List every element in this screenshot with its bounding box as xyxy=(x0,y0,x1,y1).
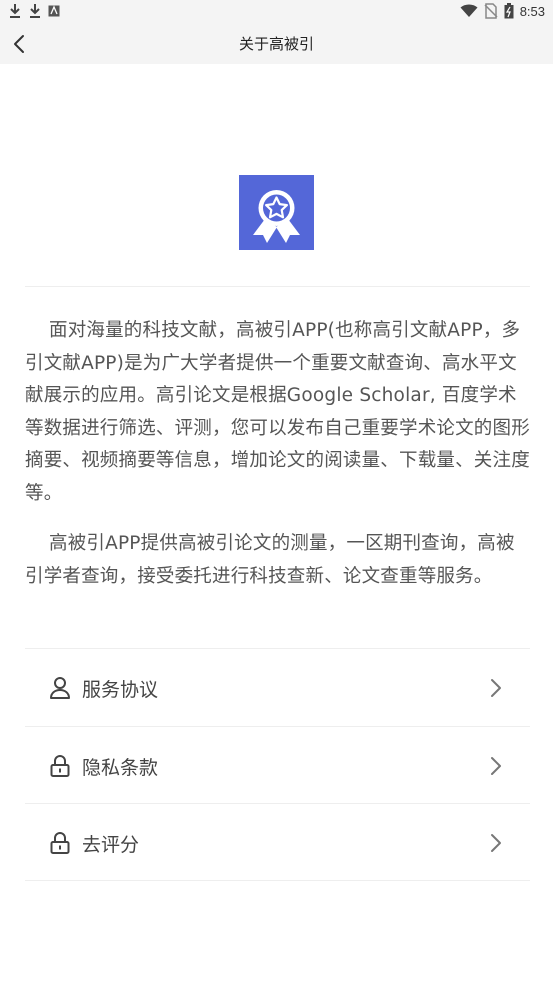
about-paragraph-2: 高被引APP提供高被引论文的测量，一区期刊查询，高被引学者查询，接受委托进行科技… xyxy=(25,533,515,587)
chevron-right-icon xyxy=(491,757,501,775)
menu-item-rate-app[interactable]: 去评分 xyxy=(25,805,530,881)
no-sim-icon xyxy=(484,3,498,19)
page-title: 关于高被引 xyxy=(238,35,314,53)
wifi-icon xyxy=(460,4,478,17)
download-icon xyxy=(10,4,20,18)
divider xyxy=(25,286,530,287)
award-ribbon-star-icon xyxy=(253,190,300,243)
status-bar: 8:53 xyxy=(0,0,553,24)
app-notification-icon xyxy=(48,5,60,17)
divider xyxy=(25,803,530,804)
menu-item-label: 去评分 xyxy=(82,834,140,856)
nav-bar: 关于高被引 xyxy=(0,24,553,64)
chevron-right-icon xyxy=(491,679,501,697)
chevron-right-icon xyxy=(491,834,501,852)
status-time: 8:53 xyxy=(519,3,545,19)
status-left-icons xyxy=(8,3,60,19)
menu-item-service-agreement[interactable]: 服务协议 xyxy=(25,650,530,726)
menu-item-label: 服务协议 xyxy=(82,679,159,701)
divider xyxy=(25,648,530,649)
status-right-icons: 8:53 xyxy=(460,3,545,19)
app-logo xyxy=(239,175,314,250)
lock-icon xyxy=(50,755,70,777)
user-icon xyxy=(50,677,70,699)
divider xyxy=(25,880,530,881)
lock-icon xyxy=(50,832,70,854)
menu-item-privacy-policy[interactable]: 隐私条款 xyxy=(25,728,530,804)
divider xyxy=(25,726,530,727)
about-paragraph-1: 面对海量的科技文献，高被引APP(也称高引文献APP，多引文献APP)是为广大学… xyxy=(25,320,530,504)
battery-icon xyxy=(504,3,514,19)
menu-item-label: 隐私条款 xyxy=(82,757,159,779)
download-icon xyxy=(30,4,40,18)
